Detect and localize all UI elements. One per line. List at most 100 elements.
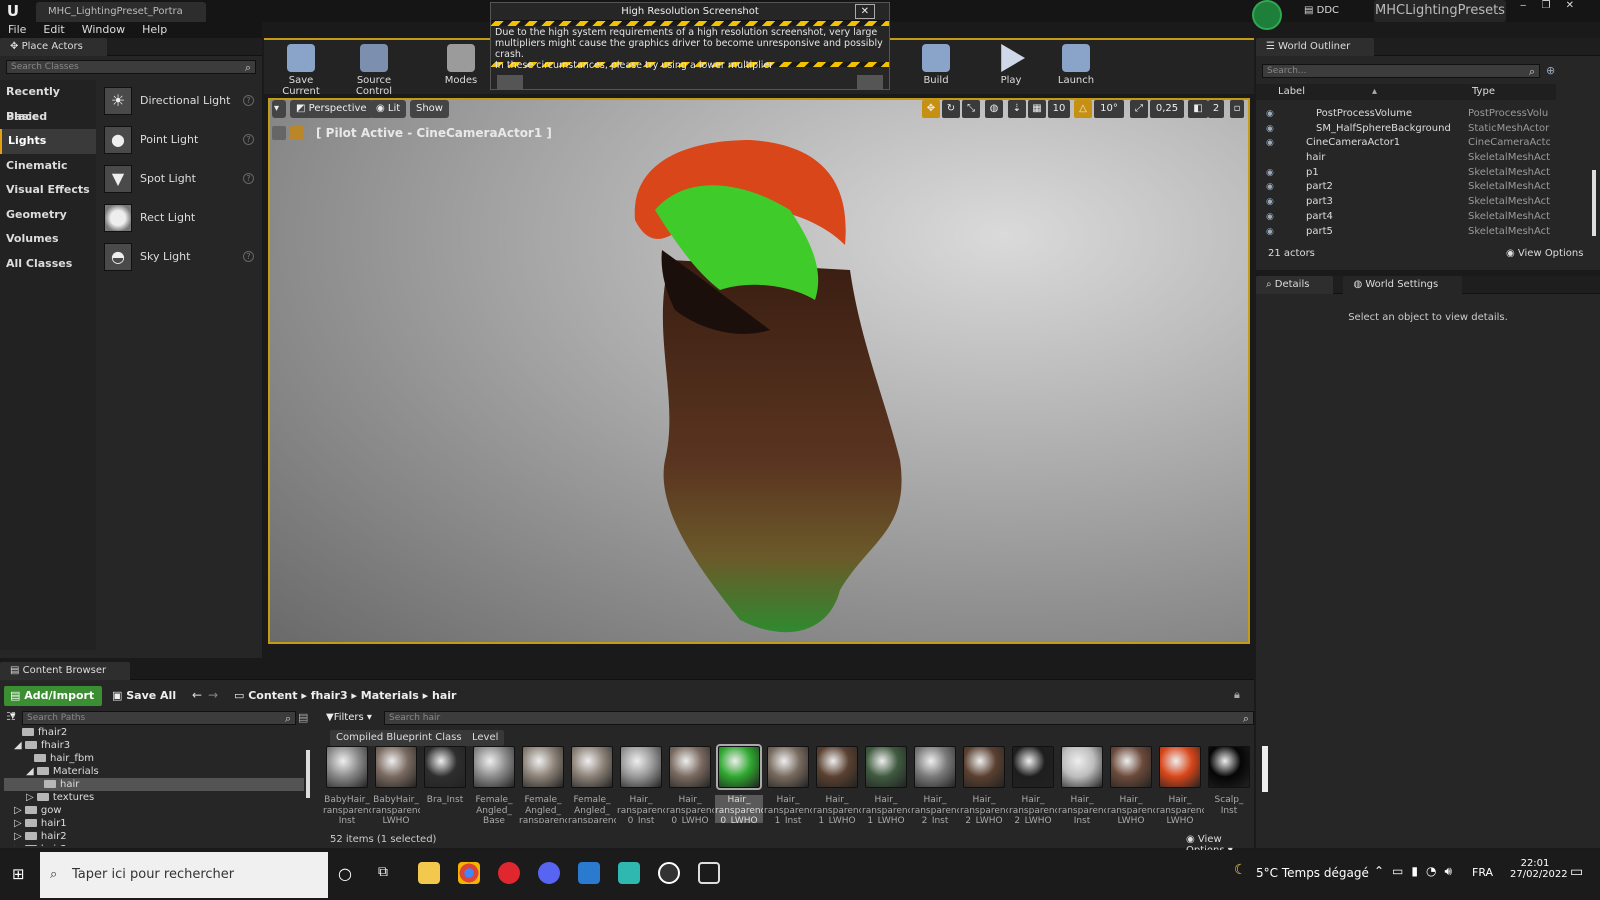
point-light-item[interactable]: ● Point Light? xyxy=(96,120,262,159)
outliner-row[interactable]: ◉ part2 SkeletalMeshActo xyxy=(1256,180,1552,195)
tree-folder[interactable]: ◢ Materials xyxy=(4,765,304,778)
scale-snap-icon[interactable]: ⤢ xyxy=(1130,100,1148,118)
breadcrumb-hair[interactable]: hair xyxy=(432,689,456,702)
category-lights[interactable]: Lights xyxy=(0,129,96,154)
outliner-row[interactable]: hair SkeletalMeshActo xyxy=(1256,151,1552,166)
category-basic[interactable]: Basic xyxy=(0,105,96,130)
asset-thumbnail[interactable] xyxy=(375,746,417,788)
window-controls[interactable]: ‒ ❐ ✕ xyxy=(1520,0,1600,14)
chrome-icon[interactable] xyxy=(458,862,480,884)
windows-start-icon[interactable]: ⊞ xyxy=(12,866,28,882)
asset-thumbnail[interactable] xyxy=(1159,746,1201,788)
back-arrow-icon[interactable]: ← xyxy=(192,688,202,702)
outliner-scrollbar[interactable] xyxy=(1592,170,1596,236)
asset-thumbnail[interactable] xyxy=(326,746,368,788)
asset-thumbnail[interactable] xyxy=(816,746,858,788)
details-tab[interactable]: ⌕ Details xyxy=(1256,276,1334,294)
rotation-snap-value[interactable]: 10° xyxy=(1094,100,1124,118)
rect-light-item[interactable]: Rect Light xyxy=(96,198,262,237)
collapse-arrow-icon[interactable]: ▷ xyxy=(14,818,25,829)
sort-ascending-icon[interactable]: ▴ xyxy=(1372,84,1377,100)
asset-thumbnail[interactable] xyxy=(865,746,907,788)
discord-icon[interactable] xyxy=(538,862,560,884)
level-tab[interactable]: MHC_LightingPreset_Portra xyxy=(36,2,206,22)
visibility-eye-icon[interactable]: ◉ xyxy=(1266,210,1274,225)
pilot-lock-icon[interactable] xyxy=(290,126,304,140)
asset-thumbnail[interactable] xyxy=(1208,746,1250,788)
show-button[interactable]: Show xyxy=(410,100,449,118)
camera-icon[interactable] xyxy=(272,126,286,140)
category-all-classes[interactable]: All Classes xyxy=(0,252,96,277)
filter-chip-level[interactable]: Level xyxy=(466,730,505,746)
save-current-button[interactable]: Save Current xyxy=(270,42,332,97)
visibility-eye-icon[interactable]: ◉ xyxy=(1266,122,1274,137)
asset-thumbnail[interactable] xyxy=(522,746,564,788)
cube-app-icon[interactable] xyxy=(698,862,720,884)
task-view-icon[interactable]: ⧉ xyxy=(378,864,388,880)
asset-thumbnail[interactable] xyxy=(963,746,1005,788)
level-viewport[interactable] xyxy=(268,98,1250,644)
collapse-arrow-icon[interactable]: ▷ xyxy=(14,805,25,816)
help-icon[interactable]: ? xyxy=(243,173,254,184)
visibility-eye-icon[interactable]: ◉ xyxy=(1266,225,1274,240)
collapse-arrow-icon[interactable]: ▷ xyxy=(14,844,25,846)
maya-icon[interactable] xyxy=(618,862,640,884)
dialog-close-icon[interactable]: ✕ xyxy=(854,4,875,19)
lock-icon[interactable]: 🔒︎ xyxy=(1234,688,1240,702)
expand-arrow-icon[interactable]: ◢ xyxy=(26,766,37,777)
outliner-row[interactable]: ◉ SM_HalfSphereBackground StaticMeshActor xyxy=(1256,122,1552,137)
rotation-snap-icon[interactable]: △ xyxy=(1074,100,1092,118)
outliner-search-input[interactable]: Search... ⌕ xyxy=(1262,64,1540,78)
outliner-view-options[interactable]: ◉ View Options xyxy=(1506,248,1583,259)
asset-thumbnail[interactable] xyxy=(669,746,711,788)
category-cinematic[interactable]: Cinematic xyxy=(0,154,96,179)
language-indicator[interactable]: FRA xyxy=(1472,866,1493,879)
path-tree-scrollbar[interactable] xyxy=(306,750,310,798)
play-button[interactable]: Play xyxy=(980,42,1042,88)
directional-light-item[interactable]: ☀ Directional Light? xyxy=(96,81,262,120)
asset-thumbnail[interactable] xyxy=(1012,746,1054,788)
filters-button[interactable]: ▼Filters ▾ xyxy=(326,710,376,726)
outliner-row[interactable]: ◉ CineCameraActor1 CineCameraActor xyxy=(1256,136,1552,151)
rotate-tool-icon[interactable]: ↻ xyxy=(942,100,960,118)
tree-folder[interactable]: ◢ fhair3 xyxy=(4,739,304,752)
modes-button[interactable]: Modes xyxy=(430,42,492,88)
sky-light-item[interactable]: ◓ Sky Light? xyxy=(96,237,262,276)
weather-text[interactable]: 5°C Temps dégagé xyxy=(1256,866,1369,880)
menu-file[interactable]: File xyxy=(8,22,26,38)
file-explorer-icon[interactable] xyxy=(418,862,440,884)
opera-icon[interactable] xyxy=(498,862,520,884)
outliner-row[interactable]: ◉ part5 SkeletalMeshActo xyxy=(1256,225,1552,240)
asset-scrollbar[interactable] xyxy=(1262,746,1268,792)
category-geometry[interactable]: Geometry xyxy=(0,203,96,228)
tree-folder[interactable]: ▷ textures xyxy=(4,791,304,804)
cortana-icon[interactable]: ○ xyxy=(338,864,352,883)
place-actors-tab[interactable]: ✥ Place Actors xyxy=(0,38,107,56)
outliner-row[interactable]: ◉ PostProcessVolume PostProcessVolu xyxy=(1256,107,1552,122)
launch-button[interactable]: Launch xyxy=(1045,42,1107,88)
asset-thumbnail[interactable] xyxy=(1110,746,1152,788)
visibility-eye-icon[interactable]: ◉ xyxy=(1266,107,1274,122)
save-all-button[interactable]: ▣ Save All xyxy=(112,686,176,706)
breadcrumb-content[interactable]: Content xyxy=(248,689,297,702)
tree-folder[interactable]: ▷ hair3 xyxy=(4,843,304,846)
content-browser-tab[interactable]: ▤ Content Browser xyxy=(0,662,131,680)
asset-search-input[interactable]: Search hair ⌕ xyxy=(384,711,1254,725)
capture-icon[interactable] xyxy=(857,75,883,89)
perspective-button[interactable]: ◩ Perspective xyxy=(290,100,373,118)
spot-light-item[interactable]: ▼ Spot Light? xyxy=(96,159,262,198)
translate-tool-icon[interactable]: ✥ xyxy=(922,100,940,118)
unreal-engine-icon[interactable] xyxy=(658,862,680,884)
photos-icon[interactable] xyxy=(578,862,600,884)
tree-folder[interactable]: ▷ hair1 xyxy=(4,817,304,830)
clock[interactable]: 22:01 27/02/2022 xyxy=(1510,858,1568,880)
world-local-icon[interactable]: ◍ xyxy=(985,100,1003,118)
outliner-row[interactable]: ◉ p1 SkeletalMeshActo xyxy=(1256,166,1552,181)
ddc-indicator[interactable]: ▤ DDC xyxy=(1304,3,1368,19)
column-type[interactable]: Type xyxy=(1472,84,1495,100)
viewport-options-button[interactable]: ▾ xyxy=(272,100,286,118)
collapse-arrow-icon[interactable]: ▷ xyxy=(14,831,25,842)
category-visual-effects[interactable]: Visual Effects xyxy=(0,178,96,203)
scale-tool-icon[interactable]: ⤡ xyxy=(962,100,980,118)
camera-speed-value[interactable]: 2 xyxy=(1208,100,1224,118)
